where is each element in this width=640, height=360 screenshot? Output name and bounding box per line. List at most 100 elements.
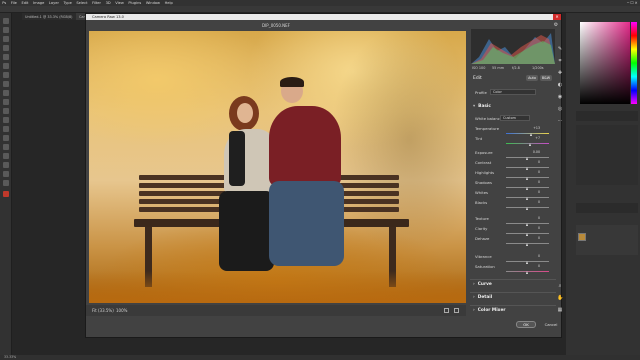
tint-value[interactable]: +7 — [528, 136, 540, 140]
white-balance-dropdown[interactable]: Custom — [500, 115, 530, 121]
detail-section-header[interactable]: › Detail — [473, 295, 492, 300]
menu-item[interactable]: Type — [64, 1, 72, 5]
presets-icon[interactable]: ◎ — [557, 106, 563, 112]
vibrance-value[interactable]: 0 — [528, 254, 540, 258]
crop-icon[interactable]: ⌗ — [557, 58, 563, 64]
ok-button[interactable]: OK — [516, 321, 536, 328]
color-picker-field[interactable] — [580, 22, 630, 104]
hand-tool-icon[interactable] — [2, 171, 9, 177]
color-mixer-section-header[interactable]: › Color Mixer — [473, 308, 505, 313]
dehaze-thumb[interactable] — [526, 243, 528, 246]
menu-item[interactable]: Filter — [92, 1, 101, 5]
menu-item[interactable]: Select — [76, 1, 87, 5]
menu-item[interactable]: Ps — [2, 1, 6, 5]
brush-tool-icon[interactable] — [2, 72, 9, 78]
foreground-color-icon[interactable] — [2, 191, 9, 197]
auto-button[interactable]: Auto — [526, 75, 538, 81]
hue-slider[interactable] — [631, 22, 637, 104]
more-icon[interactable]: ⋯ — [557, 118, 563, 124]
layer-thumbnail[interactable] — [578, 233, 586, 241]
color-mixer-label: Color Mixer — [477, 308, 506, 313]
chevron-right-icon: › — [473, 282, 475, 287]
temperature-value[interactable]: +13 — [528, 126, 540, 130]
zoom-icon[interactable]: ⌕ — [557, 283, 563, 289]
histogram — [471, 29, 555, 64]
white-balance-label: White balance — [475, 116, 503, 121]
menu-item[interactable]: 3D — [106, 1, 111, 5]
before-after-icon[interactable] — [454, 308, 459, 313]
whites-value[interactable]: 0 — [528, 190, 540, 194]
document-tab[interactable]: Untitled-1 @ 33.3% (RGB/8) — [22, 13, 74, 20]
clarity-value[interactable]: 0 — [528, 226, 540, 230]
menu-item[interactable]: Window — [146, 1, 160, 5]
woman-face — [237, 103, 253, 123]
mask-icon[interactable]: ◐ — [557, 82, 563, 88]
exposure-value[interactable]: 0.00 — [528, 150, 540, 154]
menu-item[interactable]: Layer — [49, 1, 59, 5]
marquee-tool-icon[interactable] — [2, 27, 9, 33]
status-bar: 33.33% — [0, 355, 640, 360]
pen-tool-icon[interactable] — [2, 135, 9, 141]
healing-icon[interactable]: ✚ — [557, 70, 563, 76]
menu-item[interactable]: Plugins — [128, 1, 141, 5]
contrast-value[interactable]: 0 — [528, 160, 540, 164]
dehaze-value[interactable]: 0 — [528, 236, 540, 240]
grid-icon[interactable]: ▦ — [557, 307, 563, 313]
gradient-tool-icon[interactable] — [2, 108, 9, 114]
divider — [470, 305, 556, 306]
window-controls[interactable]: ─ ☐ ✕ — [627, 1, 638, 5]
cancel-button[interactable]: Cancel — [541, 321, 561, 328]
menu-item[interactable]: View — [115, 1, 124, 5]
dialog-title: Camera Raw 13.0 — [92, 15, 124, 19]
blacks-value[interactable]: 0 — [528, 200, 540, 204]
divider — [470, 292, 556, 293]
type-tool-icon[interactable] — [2, 144, 9, 150]
basic-section-header[interactable]: ▾ Basic — [473, 104, 491, 109]
blacks-thumb[interactable] — [526, 207, 528, 210]
highlights-value[interactable]: 0 — [528, 170, 540, 174]
hand-icon[interactable]: ✋ — [557, 295, 563, 301]
menu-item[interactable]: Edit — [21, 1, 28, 5]
stamp-tool-icon[interactable] — [2, 81, 9, 87]
zoom-fit-dropdown[interactable]: Fit (33.5%) — [92, 308, 114, 313]
lasso-tool-icon[interactable] — [2, 36, 9, 42]
eraser-tool-icon[interactable] — [2, 99, 9, 105]
layers-tabs[interactable] — [576, 203, 638, 213]
move-tool-icon[interactable] — [2, 18, 9, 24]
zoom-tool-icon[interactable] — [2, 180, 9, 186]
blur-tool-icon[interactable] — [2, 117, 9, 123]
profile-dropdown[interactable]: Color — [490, 89, 536, 95]
menu-item[interactable]: Help — [165, 1, 173, 5]
edit-icon[interactable]: ✎ — [557, 46, 563, 52]
texture-value[interactable]: 0 — [528, 216, 540, 220]
photo-preview[interactable] — [89, 31, 466, 303]
compare-view-icon[interactable] — [444, 308, 449, 313]
profile-label: Profile — [475, 90, 487, 95]
panel-tabs[interactable] — [576, 111, 638, 121]
temperature-label: Temperature — [475, 126, 500, 131]
temperature-slider[interactable] — [506, 133, 549, 134]
fallen-leaves — [89, 271, 466, 303]
chevron-down-icon: ▾ — [473, 104, 476, 109]
crop-tool-icon[interactable] — [2, 45, 9, 51]
menu-item[interactable]: Image — [33, 1, 44, 5]
menu-item[interactable]: File — [11, 1, 17, 5]
healing-tool-icon[interactable] — [2, 63, 9, 69]
saturation-thumb[interactable] — [526, 271, 528, 274]
shape-tool-icon[interactable] — [2, 162, 9, 168]
camera-raw-dialog: Camera Raw 13.0 ✕ DIP_0050.NEF ⚙ Fit (33… — [85, 13, 563, 338]
curve-section-header[interactable]: › Curve — [473, 282, 492, 287]
history-brush-tool-icon[interactable] — [2, 90, 9, 96]
vibrance-label: Vibrance — [475, 254, 492, 259]
dodge-tool-icon[interactable] — [2, 126, 9, 132]
edit-panel: ISO 100 55 mm f/2.8 1/200s Edit Auto B&W… — [470, 28, 556, 315]
saturation-value[interactable]: 0 — [528, 264, 540, 268]
eyedropper-tool-icon[interactable] — [2, 54, 9, 60]
bw-button[interactable]: B&W — [540, 75, 552, 81]
path-select-tool-icon[interactable] — [2, 153, 9, 159]
red-eye-icon[interactable]: ◉ — [557, 94, 563, 100]
zoom-level[interactable]: 100% — [116, 308, 127, 313]
tint-slider[interactable] — [506, 143, 549, 144]
tint-thumb[interactable] — [529, 143, 531, 146]
shadows-value[interactable]: 0 — [528, 180, 540, 184]
